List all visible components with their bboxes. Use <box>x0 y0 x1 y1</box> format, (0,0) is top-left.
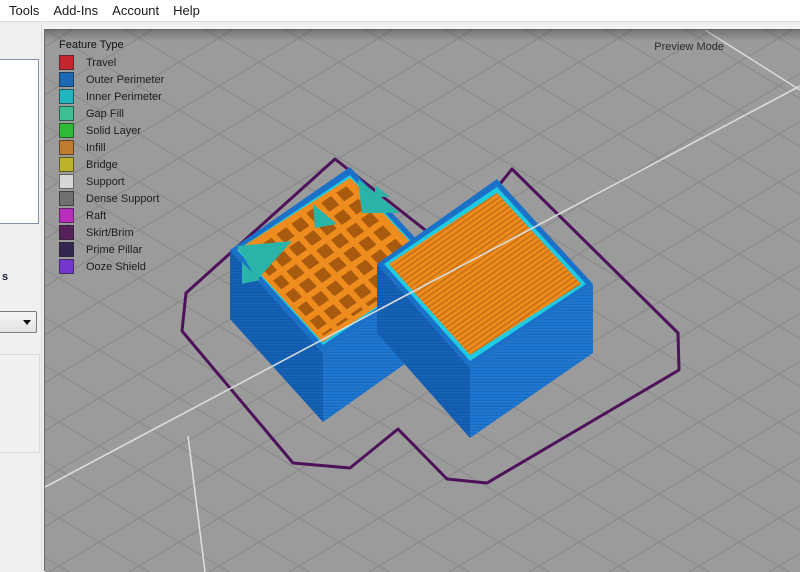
legend-label: Raft <box>86 210 106 222</box>
legend-row-ooze-shield: Ooze Shield <box>59 259 164 274</box>
preview-viewport[interactable]: Feature Type Travel Outer Perimeter Inne… <box>44 29 800 571</box>
legend-row-bridge: Bridge <box>59 157 164 172</box>
prime-pillar-swatch <box>59 242 74 257</box>
skirt-brim-swatch <box>59 225 74 240</box>
legend-label: Gap Fill <box>86 108 124 120</box>
ooze-shield-swatch <box>59 259 74 274</box>
legend-label: Support <box>86 176 125 188</box>
legend-label: Ooze Shield <box>86 261 146 273</box>
travel-swatch <box>59 55 74 70</box>
sidebar-panel: s <box>0 23 44 571</box>
model-list[interactable] <box>0 59 39 224</box>
legend-row-travel: Travel <box>59 55 164 70</box>
process-dropdown[interactable] <box>0 311 37 333</box>
feature-type-legend: Feature Type Travel Outer Perimeter Inne… <box>59 39 164 276</box>
section-label-fragment: s <box>2 271 8 283</box>
raft-swatch <box>59 208 74 223</box>
menu-add-ins[interactable]: Add-Ins <box>46 0 105 22</box>
gap-fill-swatch <box>59 106 74 121</box>
legend-label: Prime Pillar <box>86 244 142 256</box>
menubar: Tools Add-Ins Account Help <box>0 0 800 22</box>
legend-label: Dense Support <box>86 193 159 205</box>
legend-row-raft: Raft <box>59 208 164 223</box>
legend-row-support: Support <box>59 174 164 189</box>
legend-label: Skirt/Brim <box>86 227 134 239</box>
menu-help[interactable]: Help <box>166 0 207 22</box>
legend-row-prime-pillar: Prime Pillar <box>59 242 164 257</box>
menu-account[interactable]: Account <box>105 0 166 22</box>
legend-label: Bridge <box>86 159 118 171</box>
chevron-down-icon <box>23 320 31 325</box>
panel-groupbox <box>0 354 40 453</box>
legend-title: Feature Type <box>59 39 164 51</box>
legend-row-skirt-brim: Skirt/Brim <box>59 225 164 240</box>
legend-label: Travel <box>86 57 116 69</box>
support-swatch <box>59 174 74 189</box>
preview-mode-label: Preview Mode <box>654 41 724 53</box>
legend-label: Inner Perimeter <box>86 91 162 103</box>
legend-row-gap-fill: Gap Fill <box>59 106 164 121</box>
legend-row-dense-support: Dense Support <box>59 191 164 206</box>
bridge-swatch <box>59 157 74 172</box>
legend-row-outer-perimeter: Outer Perimeter <box>59 72 164 87</box>
legend-row-infill: Infill <box>59 140 164 155</box>
outer-perimeter-swatch <box>59 72 74 87</box>
legend-label: Solid Layer <box>86 125 141 137</box>
legend-row-solid-layer: Solid Layer <box>59 123 164 138</box>
panel-splitter[interactable] <box>41 23 42 571</box>
dense-support-swatch <box>59 191 74 206</box>
inner-perimeter-swatch <box>59 89 74 104</box>
solid-layer-swatch <box>59 123 74 138</box>
legend-label: Outer Perimeter <box>86 74 164 86</box>
infill-swatch <box>59 140 74 155</box>
menu-tools[interactable]: Tools <box>2 0 46 22</box>
legend-label: Infill <box>86 142 106 154</box>
legend-row-inner-perimeter: Inner Perimeter <box>59 89 164 104</box>
